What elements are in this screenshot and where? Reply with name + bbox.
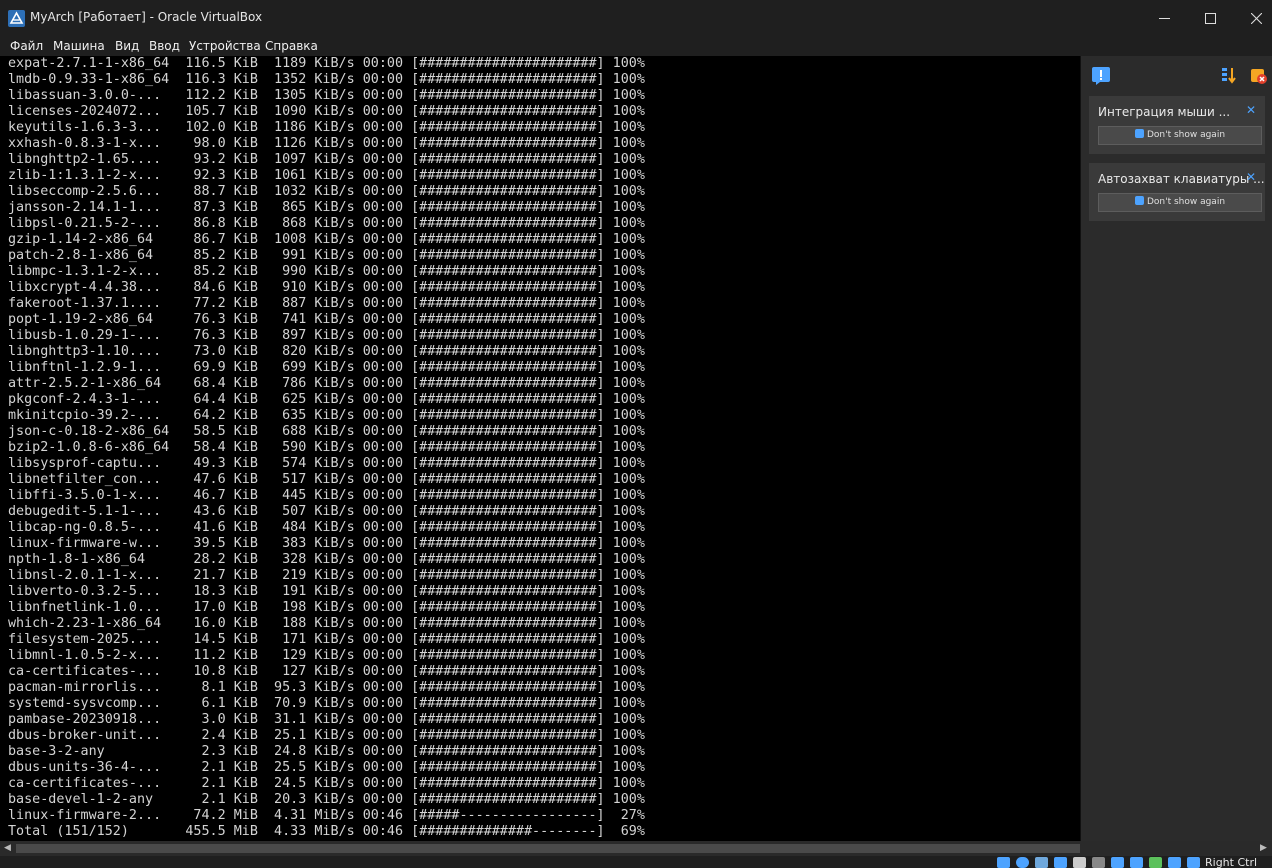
dont-show-again-button[interactable]: Don't show again — [1098, 193, 1262, 212]
status-bar: Right Ctrl — [0, 856, 1272, 868]
horizontal-scrollbar[interactable]: ◀ ▶ — [0, 841, 1272, 856]
usb-icon[interactable] — [1073, 857, 1086, 868]
terminal-line: libsysprof-captu... 49.3 KiB 574 KiB/s 0… — [8, 456, 645, 471]
terminal-line: ca-certificates-... 2.1 KiB 24.5 KiB/s 0… — [8, 776, 645, 791]
terminal-line: npth-1.8-1-x86_64 28.2 KiB 328 KiB/s 00:… — [8, 552, 645, 567]
minimize-icon — [1158, 17, 1170, 19]
terminal-line: libassuan-3.0.0-... 112.2 KiB 1305 KiB/s… — [8, 88, 645, 103]
terminal-line: lmdb-0.9.33-1-x86_64 116.3 KiB 1352 KiB/… — [8, 72, 645, 87]
terminal-line: attr-2.5.2-1-x86_64 68.4 KiB 786 KiB/s 0… — [8, 376, 645, 391]
terminal-line: dbus-broker-unit... 2.4 KiB 25.1 KiB/s 0… — [8, 728, 645, 743]
menu-view[interactable]: Вид — [115, 39, 139, 53]
scroll-left-icon[interactable]: ◀ — [4, 843, 11, 853]
notice-mouse-integration: Интеграция мыши ... ✕ Don't show again — [1089, 96, 1265, 154]
terminal-line: fakeroot-1.37.1.... 77.2 KiB 887 KiB/s 0… — [8, 296, 645, 311]
terminal-line: libcap-ng-0.8.5-... 41.6 KiB 484 KiB/s 0… — [8, 520, 645, 535]
mouse-integration-icon[interactable] — [1168, 857, 1181, 868]
close-icon[interactable]: ✕ — [1245, 171, 1257, 183]
terminal-line: zlib-1:1.3.1-2-x... 92.3 KiB 1061 KiB/s … — [8, 168, 645, 183]
terminal-line: libmpc-1.3.1-2-x... 85.2 KiB 990 KiB/s 0… — [8, 264, 645, 279]
terminal-line: licenses-2024072... 105.7 KiB 1090 KiB/s… — [8, 104, 645, 119]
terminal-line: expat-2.7.1-1-x86_64 116.5 KiB 1189 KiB/… — [8, 56, 645, 71]
terminal-line: libnsl-2.0.1-1-x... 21.7 KiB 219 KiB/s 0… — [8, 568, 645, 583]
display-icon[interactable] — [1111, 857, 1124, 868]
terminal-line: libusb-1.0.29-1-... 76.3 KiB 897 KiB/s 0… — [8, 328, 645, 343]
terminal-line: libxcrypt-4.4.38... 84.6 KiB 910 KiB/s 0… — [8, 280, 645, 295]
terminal-line: popt-1.19-2-x86_64 76.3 KiB 741 KiB/s 00… — [8, 312, 645, 327]
terminal-line: bzip2-1.0.8-6-x86_64 58.4 KiB 590 KiB/s … — [8, 440, 645, 455]
close-button[interactable] — [1233, 0, 1272, 36]
recording-icon[interactable] — [1130, 857, 1143, 868]
terminal-line: pambase-20230918... 3.0 KiB 31.1 KiB/s 0… — [8, 712, 645, 727]
menu-devices[interactable]: Устройства — [189, 39, 261, 53]
menu-file[interactable]: Файл — [10, 39, 43, 53]
notice-title: Автозахват клавиатуры ... — [1098, 172, 1265, 186]
scroll-thumb[interactable] — [16, 844, 1080, 853]
host-key-label: Right Ctrl — [1205, 856, 1258, 868]
info-icon — [1134, 129, 1144, 138]
terminal-line: linux-firmware-2... 74.2 MiB 4.31 MiB/s … — [8, 808, 645, 823]
virtualbox-icon — [8, 10, 25, 27]
optical-drive-icon[interactable] — [1016, 857, 1029, 868]
terminal-line: mkinitcpio-39.2-... 64.2 KiB 635 KiB/s 0… — [8, 408, 645, 423]
notice-keyboard-capture: Автозахват клавиатуры ... ✕ Don't show a… — [1089, 163, 1265, 221]
terminal-line: json-c-0.18-2-x86_64 58.5 KiB 688 KiB/s … — [8, 424, 645, 439]
close-icon[interactable]: ✕ — [1245, 104, 1257, 116]
terminal-line: libnftnl-1.2.9-1... 69.9 KiB 699 KiB/s 0… — [8, 360, 645, 375]
terminal-line: debugedit-5.1-1-... 43.6 KiB 507 KiB/s 0… — [8, 504, 645, 519]
vm-display[interactable]: expat-2.7.1-1-x86_64 116.5 KiB 1189 KiB/… — [0, 56, 1080, 841]
terminal-line: libnghttp3-1.10.... 73.0 KiB 820 KiB/s 0… — [8, 344, 645, 359]
audio-icon[interactable] — [1035, 857, 1048, 868]
terminal-line: libseccomp-2.5.6... 88.7 KiB 1032 KiB/s … — [8, 184, 645, 199]
terminal-line: systemd-sysvcomp... 6.1 KiB 70.9 KiB/s 0… — [8, 696, 645, 711]
terminal-line: patch-2.8-1-x86_64 85.2 KiB 991 KiB/s 00… — [8, 248, 645, 263]
notification-center: Интеграция мыши ... ✕ Don't show again А… — [1080, 56, 1272, 841]
terminal-line: xxhash-0.8.3-1-x... 98.0 KiB 1126 KiB/s … — [8, 136, 645, 151]
terminal-line: jansson-2.14.1-1... 87.3 KiB 865 KiB/s 0… — [8, 200, 645, 215]
notification-info-icon[interactable] — [1091, 66, 1111, 86]
info-icon — [1134, 196, 1144, 205]
window-title: MyArch [Работает] - Oracle VirtualBox — [30, 10, 263, 24]
minimize-button[interactable] — [1141, 0, 1187, 36]
terminal-line: linux-firmware-w... 39.5 KiB 383 KiB/s 0… — [8, 536, 645, 551]
network-icon[interactable] — [1054, 857, 1067, 868]
keyboard-icon[interactable] — [1187, 857, 1200, 868]
shared-folders-icon[interactable] — [1092, 857, 1105, 868]
scroll-right-icon[interactable]: ▶ — [1260, 843, 1267, 853]
terminal-line: base-3-2-any 2.3 KiB 24.8 KiB/s 00:00 [#… — [8, 744, 645, 759]
terminal-line: base-devel-1-2-any 2.1 KiB 20.3 KiB/s 00… — [8, 792, 645, 807]
title-bar: MyArch [Работает] - Oracle VirtualBox — [0, 0, 1272, 36]
menu-machine[interactable]: Машина — [53, 39, 105, 53]
clear-all-icon[interactable] — [1249, 66, 1269, 86]
terminal-line: dbus-units-36-4-... 2.1 KiB 25.5 KiB/s 0… — [8, 760, 645, 775]
terminal-line: pacman-mirrorlis... 8.1 KiB 95.3 KiB/s 0… — [8, 680, 645, 695]
sort-icon[interactable] — [1219, 66, 1239, 86]
hard-disk-icon[interactable] — [997, 857, 1010, 868]
notice-title: Интеграция мыши ... — [1098, 105, 1231, 119]
terminal-line: libffi-3.5.0-1-x... 46.7 KiB 445 KiB/s 0… — [8, 488, 645, 503]
terminal-line: libpsl-0.21.5-2-... 86.8 KiB 868 KiB/s 0… — [8, 216, 645, 231]
terminal-line: libmnl-1.0.5-2-x... 11.2 KiB 129 KiB/s 0… — [8, 648, 645, 663]
terminal-line: libnetfilter_con... 47.6 KiB 517 KiB/s 0… — [8, 472, 645, 487]
menu-help[interactable]: Справка — [265, 39, 318, 53]
terminal-line: gzip-1.14-2-x86_64 86.7 KiB 1008 KiB/s 0… — [8, 232, 645, 247]
maximize-button[interactable] — [1187, 0, 1233, 36]
terminal-line: Total (151/152) 455.5 MiB 4.33 MiB/s 00:… — [8, 824, 645, 839]
maximize-icon — [1204, 12, 1216, 24]
terminal-line: libnghttp2-1.65.... 93.2 KiB 1097 KiB/s … — [8, 152, 645, 167]
cpu-icon[interactable] — [1149, 857, 1162, 868]
terminal-line: ca-certificates-... 10.8 KiB 127 KiB/s 0… — [8, 664, 645, 679]
menu-input[interactable]: Ввод — [149, 39, 180, 53]
terminal-line: libnfnetlink-1.0... 17.0 KiB 198 KiB/s 0… — [8, 600, 645, 615]
terminal-line: filesystem-2025.... 14.5 KiB 171 KiB/s 0… — [8, 632, 645, 647]
menu-bar: Файл Машина Вид Ввод Устройства Справка — [0, 36, 1272, 56]
close-icon — [1250, 12, 1262, 24]
terminal-line: libverto-0.3.2-5... 18.3 KiB 191 KiB/s 0… — [8, 584, 645, 599]
terminal-line: which-2.23-1-x86_64 16.0 KiB 188 KiB/s 0… — [8, 616, 645, 631]
dont-show-again-button[interactable]: Don't show again — [1098, 126, 1262, 145]
terminal-line: keyutils-1.6.3-3... 102.0 KiB 1186 KiB/s… — [8, 120, 645, 135]
terminal-line: pkgconf-2.4.3-1-... 64.4 KiB 625 KiB/s 0… — [8, 392, 645, 407]
